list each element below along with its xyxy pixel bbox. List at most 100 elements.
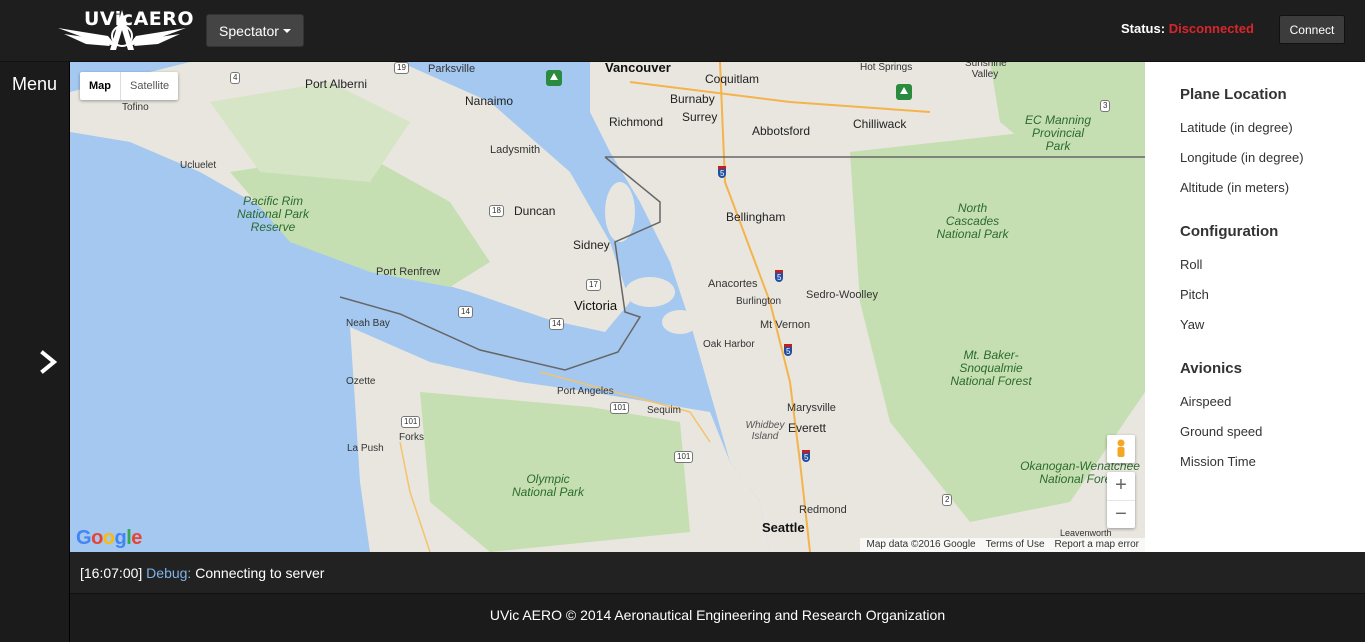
park-label: Mt. Baker-Snoqualmie National Forest <box>950 348 1032 388</box>
status-value: Disconnected <box>1168 21 1254 36</box>
map-label: Burnaby <box>670 92 715 106</box>
section-title-avionics: Avionics <box>1180 360 1242 377</box>
map-label: Surrey <box>682 110 718 124</box>
log-message: Connecting to server <box>195 565 325 581</box>
map-label: Tofino <box>122 102 149 113</box>
map-type-satellite-button[interactable]: Satellite <box>121 72 178 100</box>
highway-shield: 101 <box>610 402 630 414</box>
map-label: Ucluelet <box>180 160 217 171</box>
park-label: EC Manning Provincial Park <box>1024 113 1092 153</box>
map-label: Mt Vernon <box>760 319 811 331</box>
mode-dropdown-button[interactable]: Spectator <box>206 14 304 47</box>
sidebar: Menu <box>0 62 70 642</box>
park-label: Olympic National Park <box>511 472 585 499</box>
map-label: Sedro-Woolley <box>806 289 878 301</box>
map-label: Sequim <box>647 405 681 416</box>
connect-button[interactable]: Connect <box>1279 15 1345 44</box>
interstate-shield: 5 <box>718 166 727 178</box>
zoom-control: + − <box>1107 472 1135 528</box>
map-label: Sunshine Valley <box>965 62 1007 80</box>
map-label: Parksville <box>428 63 476 75</box>
map-label: Ladysmith <box>490 144 541 156</box>
map-label: Redmond <box>799 504 847 516</box>
highway-shield: 17 <box>586 279 601 291</box>
map-label: Duncan <box>514 204 556 218</box>
highway-shield: 101 <box>401 416 421 428</box>
google-logo: Google <box>76 527 142 549</box>
footer-text: UVic AERO © 2014 Aeronautical Engineerin… <box>489 607 946 623</box>
interstate-shield: 5 <box>784 344 793 356</box>
map-label: La Push <box>347 443 384 454</box>
highway-shield: 4 <box>230 72 241 84</box>
highway-shield: 14 <box>549 318 564 330</box>
log-console: [16:07:00] Debug: Connecting to server <box>70 552 1365 594</box>
terms-of-use-link[interactable]: Terms of Use <box>986 538 1045 552</box>
caret-down-icon <box>282 28 291 33</box>
zoom-out-button[interactable]: − <box>1107 501 1135 529</box>
chevron-right-icon[interactable] <box>38 350 60 374</box>
map-type-map-button[interactable]: Map <box>80 72 121 100</box>
map-label: Sidney <box>573 238 610 252</box>
map-view[interactable]: Map Satellite Parksville Vancouver Coqui… <box>70 62 1145 552</box>
pitch-label: Pitch <box>1180 287 1209 302</box>
log-line: [16:07:00] Debug: Connecting to server <box>80 565 324 581</box>
mission-time-label: Mission Time <box>1180 454 1256 469</box>
park-marker-icon <box>896 84 912 100</box>
pegman-icon <box>1117 439 1125 457</box>
map-label: Oak Harbor <box>703 339 755 350</box>
highway-shield: 14 <box>458 306 473 318</box>
ground-speed-label: Ground speed <box>1180 424 1263 439</box>
map-label: Everett <box>788 421 827 435</box>
top-navbar: UVicAERO Spectator Status: Disconnected … <box>0 0 1365 62</box>
mode-dropdown-label: Spectator <box>219 22 279 39</box>
map-label: Leavenworth <box>1060 528 1112 538</box>
map-label: Chilliwack <box>853 117 907 131</box>
map-label: Victoria <box>574 298 618 313</box>
park-label: Pacific Rim National Park Reserve <box>236 194 310 234</box>
map-label: Seattle <box>762 520 805 535</box>
map-label: Richmond <box>609 115 664 129</box>
map-label: Coquitlam <box>705 72 760 86</box>
map-label: Port Alberni <box>305 77 368 91</box>
map-label: Marysville <box>787 402 836 414</box>
log-level: Debug: <box>146 565 192 581</box>
map-label: Bellingham <box>726 210 786 224</box>
map-label: Port Renfrew <box>376 266 441 278</box>
telemetry-panel: Plane Location Latitude (in degree) Long… <box>1145 62 1365 552</box>
altitude-label: Altitude (in meters) <box>1180 180 1290 195</box>
highway-shield: 101 <box>674 451 694 463</box>
report-map-error-link[interactable]: Report a map error <box>1055 538 1139 552</box>
map-type-control: Map Satellite <box>80 72 179 100</box>
highway-shield: 3 <box>1100 100 1111 112</box>
logo-text: UVicAERO <box>84 8 195 30</box>
map-attribution: Map data ©2016 Google Terms of Use Repor… <box>860 538 1145 552</box>
section-title-plane-location: Plane Location <box>1180 86 1287 103</box>
map-label: Neah Bay <box>346 318 390 329</box>
connection-status: Status: Disconnected <box>1121 21 1254 36</box>
street-view-pegman[interactable] <box>1107 435 1135 463</box>
yaw-label: Yaw <box>1180 317 1205 332</box>
map-data-credit: Map data ©2016 Google <box>866 539 976 550</box>
roll-label: Roll <box>1180 257 1203 272</box>
map-label: Abbotsford <box>752 124 811 138</box>
interstate-shield: 5 <box>775 270 784 282</box>
interstate-shield: 5 <box>802 450 811 462</box>
park-marker-icon <box>546 70 562 86</box>
highway-shield: 19 <box>394 62 409 74</box>
highway-shield: 18 <box>489 205 504 217</box>
menu-title: Menu <box>12 74 58 94</box>
longitude-label: Longitude (in degree) <box>1180 150 1304 165</box>
log-timestamp: [16:07:00] <box>80 565 143 581</box>
map-label: Vancouver <box>605 62 671 75</box>
park-label: North Cascades National Park <box>936 201 1009 241</box>
map-label: Burlington <box>736 296 782 307</box>
section-title-configuration: Configuration <box>1180 223 1279 240</box>
uvic-aero-logo[interactable]: UVicAERO <box>56 6 194 54</box>
zoom-in-button[interactable]: + <box>1107 472 1135 501</box>
highway-shield: 2 <box>942 494 953 506</box>
airspeed-label: Airspeed <box>1180 394 1232 409</box>
island-label: Whidbey Island <box>745 420 785 442</box>
map-label: Ozette <box>346 376 376 387</box>
map-label: Port Angeles <box>557 386 614 397</box>
latitude-label: Latitude (in degree) <box>1180 120 1293 135</box>
